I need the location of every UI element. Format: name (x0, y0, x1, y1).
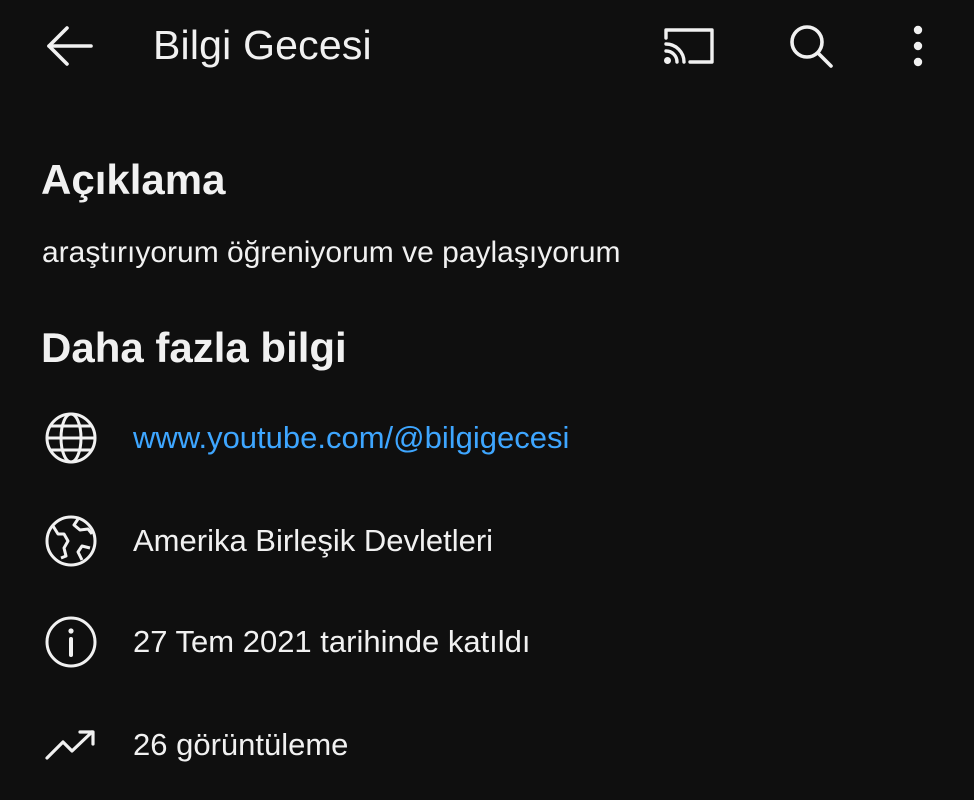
info-icon (43, 614, 99, 670)
country-text: Amerika Birleşik Devletleri (133, 523, 494, 558)
cast-button[interactable] (656, 14, 720, 78)
back-button[interactable] (38, 14, 102, 78)
view-count-text: 26 görüntüleme (133, 727, 349, 762)
earth-map-icon (43, 513, 99, 569)
description-heading: Açıklama (41, 156, 226, 203)
trending-up-icon (43, 717, 99, 773)
more-vertical-icon (911, 24, 925, 68)
more-info-heading: Daha fazla bilgi (41, 324, 347, 371)
joined-date-text: 27 Tem 2021 tarihinde katıldı (133, 624, 531, 659)
channel-title: Bilgi Gecesi (153, 22, 372, 68)
globe-icon (43, 410, 99, 466)
info-row-link: www.youtube.com/@bilgigecesi (0, 396, 974, 480)
info-row-country: Amerika Birleşik Devletleri (0, 499, 974, 583)
arrow-left-icon (45, 24, 95, 68)
channel-link[interactable]: www.youtube.com/@bilgigecesi (133, 420, 569, 456)
top-app-bar: Bilgi Gecesi (0, 0, 974, 96)
more-options-button[interactable] (886, 14, 950, 78)
search-button[interactable] (779, 14, 843, 78)
search-icon (786, 21, 836, 71)
channel-description: araştırıyorum öğreniyorum ve paylaşıyoru… (42, 236, 621, 269)
info-row-joined: 27 Tem 2021 tarihinde katıldı (0, 600, 974, 684)
info-row-views: 26 görüntüleme (0, 703, 974, 787)
cast-icon (660, 24, 716, 68)
